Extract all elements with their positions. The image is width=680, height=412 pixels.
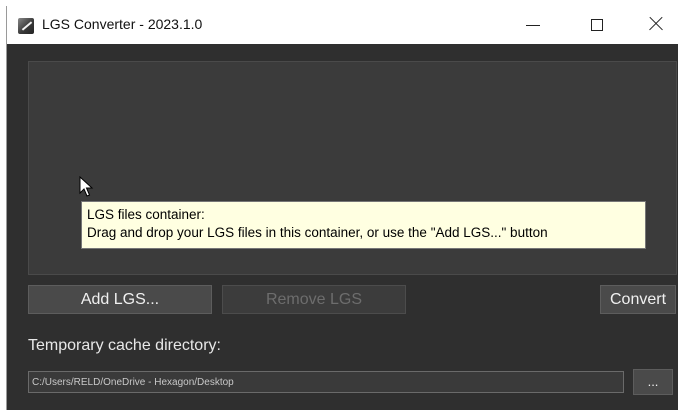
maximize-icon (591, 19, 603, 31)
title-bar[interactable]: LGS Converter - 2023.1.0 (7, 6, 678, 44)
app-logo-icon (18, 18, 34, 34)
window-title: LGS Converter - 2023.1.0 (42, 16, 203, 32)
tooltip-line-title: LGS files container: (87, 207, 205, 222)
cache-directory-input[interactable] (28, 371, 624, 393)
tooltip-line-hint: Drag and drop your LGS files in this con… (87, 225, 548, 240)
browse-button[interactable]: ... (633, 369, 673, 395)
add-lgs-button[interactable]: Add LGS... (28, 285, 212, 314)
app-window: LGS Converter - 2023.1.0 LGS files conta… (6, 6, 678, 410)
mouse-pointer-icon (79, 176, 94, 197)
convert-button[interactable]: Convert (600, 285, 676, 314)
cache-directory-label: Temporary cache directory: (28, 337, 221, 354)
maximize-button[interactable] (573, 6, 619, 44)
minimize-icon (526, 25, 540, 26)
close-icon (649, 17, 663, 31)
close-button[interactable] (633, 6, 678, 44)
minimize-button[interactable] (511, 6, 557, 44)
remove-lgs-button[interactable]: Remove LGS (222, 285, 406, 314)
files-container-tooltip: LGS files container: Drag and drop your … (81, 201, 646, 249)
